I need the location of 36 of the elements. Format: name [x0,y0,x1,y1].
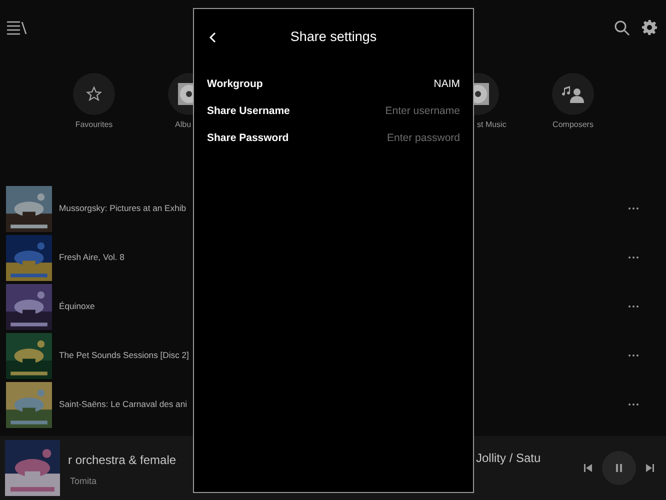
input-field[interactable]: Enter password [350,130,460,146]
track-title: Jollity / Satu [476,450,541,467]
input-field[interactable]: Enter username [350,104,460,120]
more-icon[interactable] [628,305,639,308]
field-label: Share Password [207,130,289,146]
settings-icon[interactable] [642,20,657,35]
field-value[interactable]: NAIM [434,76,460,92]
pause-button[interactable] [602,451,636,485]
dialog-title: Share settings [290,28,377,46]
person-music-icon [562,85,584,103]
album-title[interactable]: Équinoxe [59,300,95,313]
category-button[interactable] [552,73,594,115]
artist-name: Tomita [69,475,98,488]
field-label: Workgroup [207,76,263,92]
album-title[interactable]: Fresh Aire, Vol. 8 [59,251,124,264]
next-icon[interactable] [646,464,654,472]
more-icon[interactable] [628,256,639,259]
more-icon[interactable] [628,354,639,357]
album-title[interactable]: Mussorgsky: Pictures at an Exhib [59,202,186,215]
field-label: Share Username [207,104,290,119]
previous-icon[interactable] [584,464,592,472]
library-icon[interactable] [7,20,27,34]
search-icon[interactable] [614,20,630,36]
album-title[interactable]: The Pet Sounds Sessions [Disc 2] [59,349,189,362]
back-icon [208,32,216,42]
star-icon [86,86,102,102]
album-title[interactable]: Saint-Saëns: Le Carnaval des ani [59,398,188,411]
track-title: r orchestra & female [68,452,176,470]
category-button[interactable] [73,73,115,115]
more-icon[interactable] [628,403,639,406]
category-label: Composers [552,119,594,131]
category-label: Favourites [74,119,114,131]
category-label: Albu [175,119,192,131]
category-label: st Music [477,119,506,131]
more-icon[interactable] [628,207,639,210]
pause-icon [616,464,622,472]
